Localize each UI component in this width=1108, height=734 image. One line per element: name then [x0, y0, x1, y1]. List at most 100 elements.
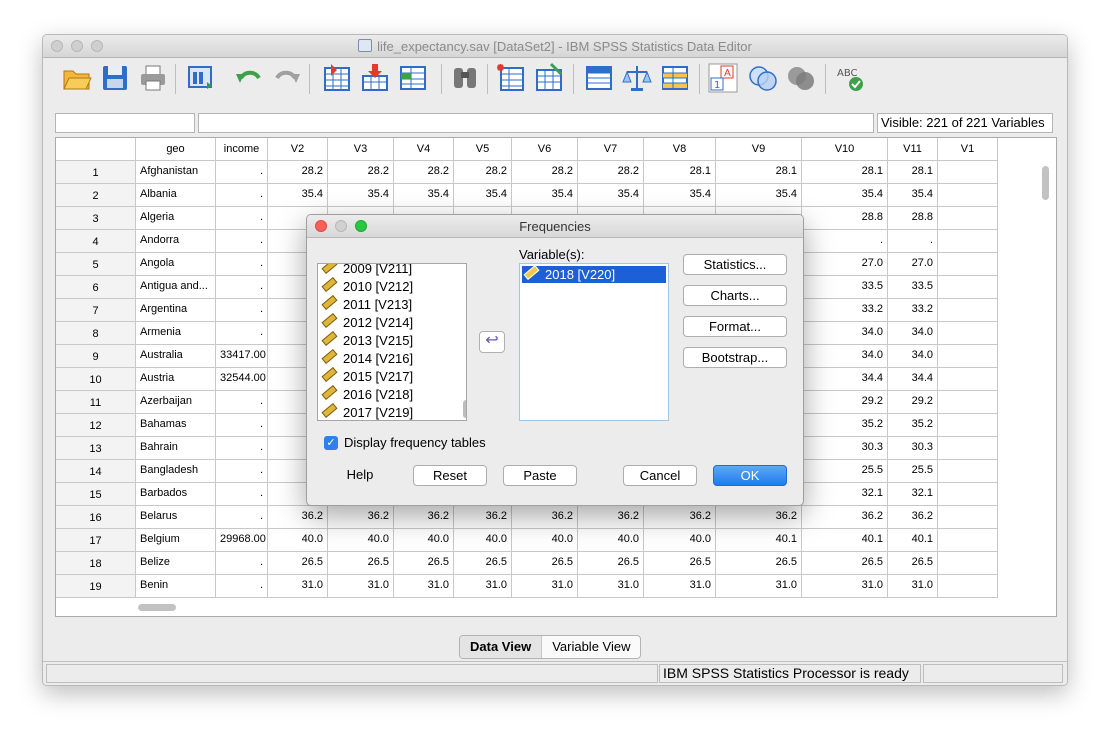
geo-cell[interactable]: Afghanistan	[136, 161, 216, 184]
data-cell[interactable]	[938, 184, 998, 207]
data-cell[interactable]: 36.2	[268, 506, 328, 529]
data-cell[interactable]: 35.4	[394, 184, 454, 207]
column-header-v11[interactable]: V11	[888, 138, 938, 161]
selected-variable-item[interactable]: 2018 [V220]	[522, 264, 666, 283]
row-header[interactable]: 12	[56, 414, 136, 437]
column-header-v2[interactable]: V2	[268, 138, 328, 161]
geo-cell[interactable]: Barbados	[136, 483, 216, 506]
data-cell[interactable]: 34.4	[802, 368, 888, 391]
row-header[interactable]: 13	[56, 437, 136, 460]
cancel-button[interactable]: Cancel	[623, 465, 697, 486]
data-cell[interactable]: 28.1	[644, 161, 716, 184]
source-variable-item[interactable]: 2012 [V214]	[321, 312, 413, 332]
row-header[interactable]: 10	[56, 368, 136, 391]
data-cell[interactable]: .	[216, 322, 268, 345]
data-cell[interactable]: 28.2	[512, 161, 578, 184]
column-header-income[interactable]: income	[216, 138, 268, 161]
source-variable-item[interactable]: 2014 [V216]	[321, 348, 413, 368]
data-cell[interactable]: 35.4	[454, 184, 512, 207]
tab-data-view[interactable]: Data View	[460, 636, 543, 658]
source-variable-item[interactable]: 2013 [V215]	[321, 330, 413, 350]
data-cell[interactable]: 26.5	[578, 552, 644, 575]
geo-cell[interactable]: Argentina	[136, 299, 216, 322]
data-cell[interactable]: 36.2	[716, 506, 802, 529]
data-cell[interactable]	[938, 414, 998, 437]
display-frequency-tables-checkbox[interactable]: ✓	[324, 436, 338, 450]
data-cell[interactable]: 29.2	[888, 391, 938, 414]
geo-cell[interactable]: Angola	[136, 253, 216, 276]
data-cell[interactable]: 33.2	[802, 299, 888, 322]
source-variable-item[interactable]: 2016 [V218]	[321, 384, 413, 404]
data-cell[interactable]: 35.4	[328, 184, 394, 207]
vertical-scrollbar[interactable]	[1040, 161, 1050, 591]
data-cell[interactable]	[938, 322, 998, 345]
data-cell[interactable]: .	[802, 230, 888, 253]
geo-cell[interactable]: Belgium	[136, 529, 216, 552]
data-cell[interactable]	[938, 207, 998, 230]
column-header-v8[interactable]: V8	[644, 138, 716, 161]
geo-cell[interactable]: Albania	[136, 184, 216, 207]
split-file-icon[interactable]	[583, 62, 615, 94]
data-cell[interactable]: 28.1	[716, 161, 802, 184]
data-cell[interactable]: 30.3	[888, 437, 938, 460]
tab-variable-view[interactable]: Variable View	[542, 636, 640, 658]
geo-cell[interactable]: Armenia	[136, 322, 216, 345]
column-header-v1[interactable]: V1	[938, 138, 998, 161]
data-cell[interactable]: 28.2	[394, 161, 454, 184]
data-cell[interactable]: 36.2	[644, 506, 716, 529]
data-cell[interactable]: 28.8	[802, 207, 888, 230]
data-cell[interactable]	[938, 345, 998, 368]
data-cell[interactable]	[938, 368, 998, 391]
source-variable-item[interactable]: 2017 [V219]	[321, 402, 413, 420]
source-variable-item[interactable]: 2009 [V211]	[321, 264, 412, 278]
data-cell[interactable]: 31.0	[268, 575, 328, 598]
column-header-v6[interactable]: V6	[512, 138, 578, 161]
geo-cell[interactable]: Benin	[136, 575, 216, 598]
data-cell[interactable]: 33.2	[888, 299, 938, 322]
geo-cell[interactable]: Bangladesh	[136, 460, 216, 483]
vertical-scroll-thumb[interactable]	[1042, 166, 1049, 200]
data-cell[interactable]: .	[216, 253, 268, 276]
data-cell[interactable]: 40.0	[268, 529, 328, 552]
source-variable-item[interactable]: 2010 [V212]	[321, 276, 413, 296]
move-variable-button[interactable]: ↩	[479, 331, 505, 353]
geo-cell[interactable]: Bahamas	[136, 414, 216, 437]
data-cell[interactable]: .	[216, 299, 268, 322]
data-cell[interactable]	[938, 460, 998, 483]
data-cell[interactable]: 27.0	[888, 253, 938, 276]
source-variable-item[interactable]: 2015 [V217]	[321, 366, 413, 386]
goto-variable-icon[interactable]	[359, 62, 391, 94]
row-header[interactable]: 8	[56, 322, 136, 345]
data-cell[interactable]: 26.5	[328, 552, 394, 575]
data-cell[interactable]: 26.5	[888, 552, 938, 575]
column-header-v9[interactable]: V9	[716, 138, 802, 161]
geo-cell[interactable]: Andorra	[136, 230, 216, 253]
data-cell[interactable]	[938, 299, 998, 322]
geo-cell[interactable]: Azerbaijan	[136, 391, 216, 414]
data-cell[interactable]: 31.0	[716, 575, 802, 598]
row-header[interactable]: 19	[56, 575, 136, 598]
help-button[interactable]: Help	[335, 465, 385, 486]
data-cell[interactable]: 30.3	[802, 437, 888, 460]
data-cell[interactable]: 32.1	[888, 483, 938, 506]
data-cell[interactable]: .	[216, 184, 268, 207]
data-cell[interactable]: 34.0	[888, 345, 938, 368]
geo-cell[interactable]: Austria	[136, 368, 216, 391]
data-cell[interactable]: 40.0	[512, 529, 578, 552]
data-cell[interactable]: 33417.00	[216, 345, 268, 368]
data-cell[interactable]: 31.0	[394, 575, 454, 598]
paste-button[interactable]: Paste	[503, 465, 577, 486]
column-header-geo[interactable]: geo	[136, 138, 216, 161]
insert-cases-icon[interactable]	[495, 62, 527, 94]
data-cell[interactable]: .	[216, 207, 268, 230]
source-variable-item[interactable]: 2011 [V213]	[321, 294, 412, 314]
recall-dialog-icon[interactable]	[185, 62, 217, 94]
data-cell[interactable]: 31.0	[512, 575, 578, 598]
print-icon[interactable]	[137, 62, 169, 94]
variables-icon[interactable]	[397, 62, 429, 94]
data-cell[interactable]: 28.2	[578, 161, 644, 184]
data-cell[interactable]: 26.5	[644, 552, 716, 575]
row-header[interactable]: 18	[56, 552, 136, 575]
row-header[interactable]: 16	[56, 506, 136, 529]
data-cell[interactable]: 40.1	[888, 529, 938, 552]
